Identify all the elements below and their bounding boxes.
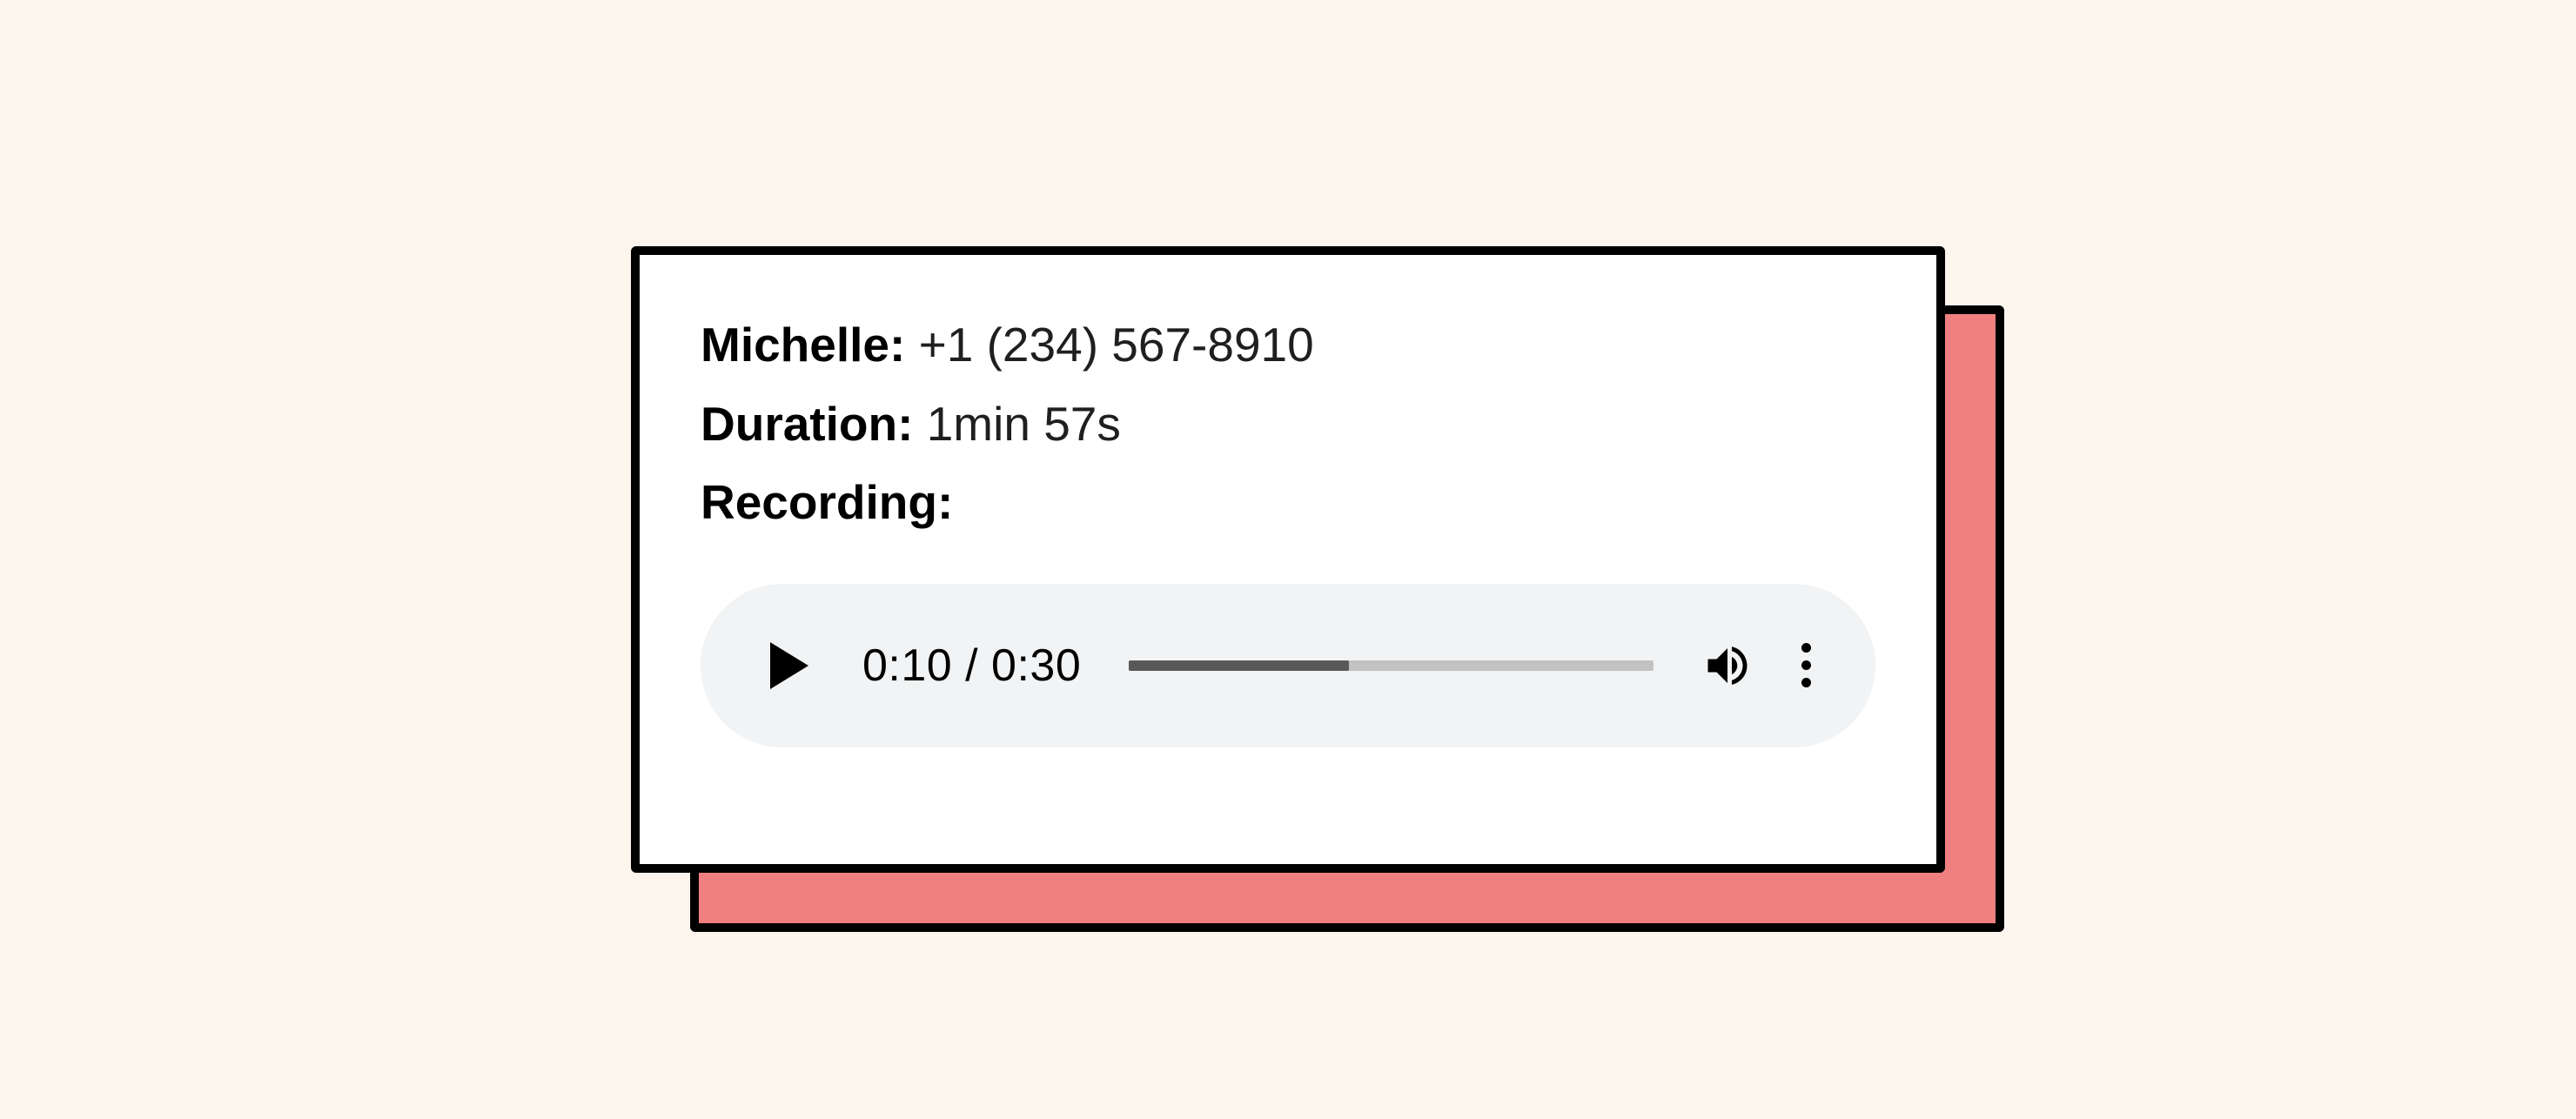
play-icon[interactable] bbox=[770, 642, 808, 689]
caller-label: Michelle: bbox=[701, 318, 905, 372]
progress-fill bbox=[1129, 660, 1349, 671]
time-display: 0:10 / 0:30 bbox=[862, 640, 1081, 692]
recording-card: Michelle: +1 (234) 567-8910 Duration: 1m… bbox=[631, 246, 1945, 873]
progress-bar[interactable] bbox=[1129, 660, 1654, 671]
caller-value: +1 (234) 567-8910 bbox=[919, 318, 1314, 372]
duration-value: 1min 57s bbox=[927, 397, 1121, 451]
card-stack: Michelle: +1 (234) 567-8910 Duration: 1m… bbox=[631, 246, 1945, 873]
recording-label: Recording: bbox=[701, 475, 953, 529]
more-vertical-icon[interactable] bbox=[1788, 640, 1823, 692]
caller-row: Michelle: +1 (234) 567-8910 bbox=[701, 309, 1875, 381]
duration-row: Duration: 1min 57s bbox=[701, 388, 1875, 460]
recording-row: Recording: bbox=[701, 466, 1875, 539]
audio-player: 0:10 / 0:30 bbox=[701, 584, 1875, 747]
volume-icon[interactable] bbox=[1701, 640, 1754, 692]
duration-label: Duration: bbox=[701, 397, 913, 451]
